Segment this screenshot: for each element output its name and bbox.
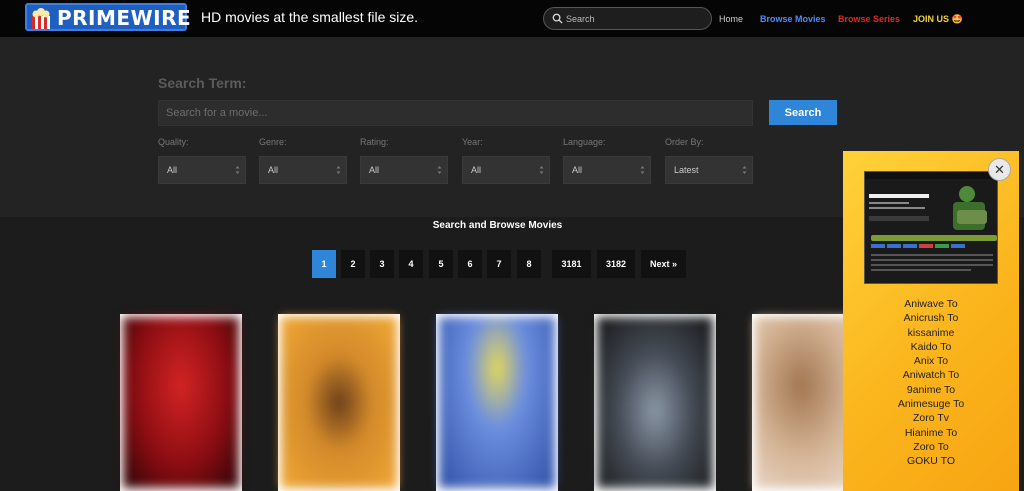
language-select[interactable]: All (563, 156, 651, 184)
poster-image (281, 317, 397, 488)
select-value: All (572, 165, 583, 175)
popup-link[interactable]: Zoro Tv (843, 411, 1019, 425)
popup-link[interactable]: GOKU TO (843, 454, 1019, 468)
nav-join-us[interactable]: JOIN US 🤩 (913, 14, 963, 25)
select-value: Latest (674, 165, 699, 175)
popcorn-icon (32, 8, 50, 29)
select-arrows-icon (640, 166, 645, 174)
page-button[interactable]: 5 (429, 250, 453, 278)
site-header: PRIMEWIRE HD movies at the smallest file… (0, 0, 1024, 37)
poster-image (439, 317, 555, 488)
select-value: All (471, 165, 482, 175)
popup-link[interactable]: 9anime To (843, 383, 1019, 397)
filter-label: Genre: (259, 137, 287, 147)
popup-link[interactable]: Animesuge To (843, 397, 1019, 411)
page-button[interactable]: 6 (458, 250, 482, 278)
filter-order-by: Order By: Latest (665, 137, 753, 184)
select-value: All (369, 165, 380, 175)
search-term-input[interactable] (158, 100, 753, 126)
nav-browse-movies[interactable]: Browse Movies (760, 14, 826, 24)
nav-browse-series[interactable]: Browse Series (838, 14, 900, 24)
popup-link[interactable]: Aniwave To (843, 297, 1019, 311)
page-button[interactable]: 7 (487, 250, 511, 278)
search-icon (552, 13, 563, 24)
select-value: All (167, 165, 178, 175)
rating-select[interactable]: All (360, 156, 448, 184)
popup-ad-screenshot[interactable] (864, 171, 998, 284)
popup-link-list: Aniwave To Anicrush To kissanime Kaido T… (843, 297, 1019, 469)
site-tagline: HD movies at the smallest file size. (201, 9, 419, 25)
page-button[interactable]: 2 (341, 250, 365, 278)
popup-link[interactable]: kissanime (843, 326, 1019, 340)
popup-link[interactable]: Anix To (843, 354, 1019, 368)
year-select[interactable]: All (462, 156, 550, 184)
movie-poster[interactable] (278, 314, 400, 491)
next-page-button[interactable]: Next » (641, 250, 686, 278)
site-logo[interactable]: PRIMEWIRE (25, 3, 191, 31)
select-arrows-icon (539, 166, 544, 174)
logo-text: PRIMEWIRE (57, 6, 192, 30)
page-button[interactable]: 8 (517, 250, 541, 278)
close-icon[interactable]: ✕ (988, 158, 1011, 181)
select-arrows-icon (437, 166, 442, 174)
poster-image (123, 317, 239, 488)
filter-rating: Rating: All (360, 137, 448, 184)
popup-link[interactable]: Hianime To (843, 426, 1019, 440)
page-button-active[interactable]: 1 (312, 250, 336, 278)
movie-poster[interactable] (120, 314, 242, 491)
filter-label: Language: (563, 137, 606, 147)
filter-label: Quality: (158, 137, 189, 147)
select-arrows-icon (336, 166, 341, 174)
select-value: All (268, 165, 279, 175)
filter-genre: Genre: All (259, 137, 347, 184)
filter-label: Year: (462, 137, 483, 147)
poster-image (597, 317, 713, 488)
popup-link[interactable]: Aniwatch To (843, 368, 1019, 382)
genre-select[interactable]: All (259, 156, 347, 184)
popup-link[interactable]: Zoro To (843, 440, 1019, 454)
movie-poster[interactable] (436, 314, 558, 491)
filter-label: Order By: (665, 137, 704, 147)
popup-link[interactable]: Kaido To (843, 340, 1019, 354)
filter-quality: Quality: All (158, 137, 246, 184)
filter-year: Year: All (462, 137, 550, 184)
popup-link[interactable]: Anicrush To (843, 311, 1019, 325)
order-by-select[interactable]: Latest (665, 156, 753, 184)
search-button[interactable]: Search (769, 100, 837, 125)
filter-label: Rating: (360, 137, 389, 147)
header-search-input[interactable] (566, 10, 706, 27)
select-arrows-icon (742, 166, 747, 174)
search-term-label: Search Term: (158, 75, 247, 91)
movie-poster[interactable] (594, 314, 716, 491)
filter-language: Language: All (563, 137, 651, 184)
page-button[interactable]: 3182 (597, 250, 635, 278)
header-search[interactable] (543, 7, 712, 30)
page-button[interactable]: 3181 (552, 250, 591, 278)
page-button[interactable]: 4 (399, 250, 423, 278)
nav-home[interactable]: Home (719, 14, 743, 24)
select-arrows-icon (235, 166, 240, 174)
ad-preview-image (865, 172, 997, 283)
quality-select[interactable]: All (158, 156, 246, 184)
page-button[interactable]: 3 (370, 250, 394, 278)
